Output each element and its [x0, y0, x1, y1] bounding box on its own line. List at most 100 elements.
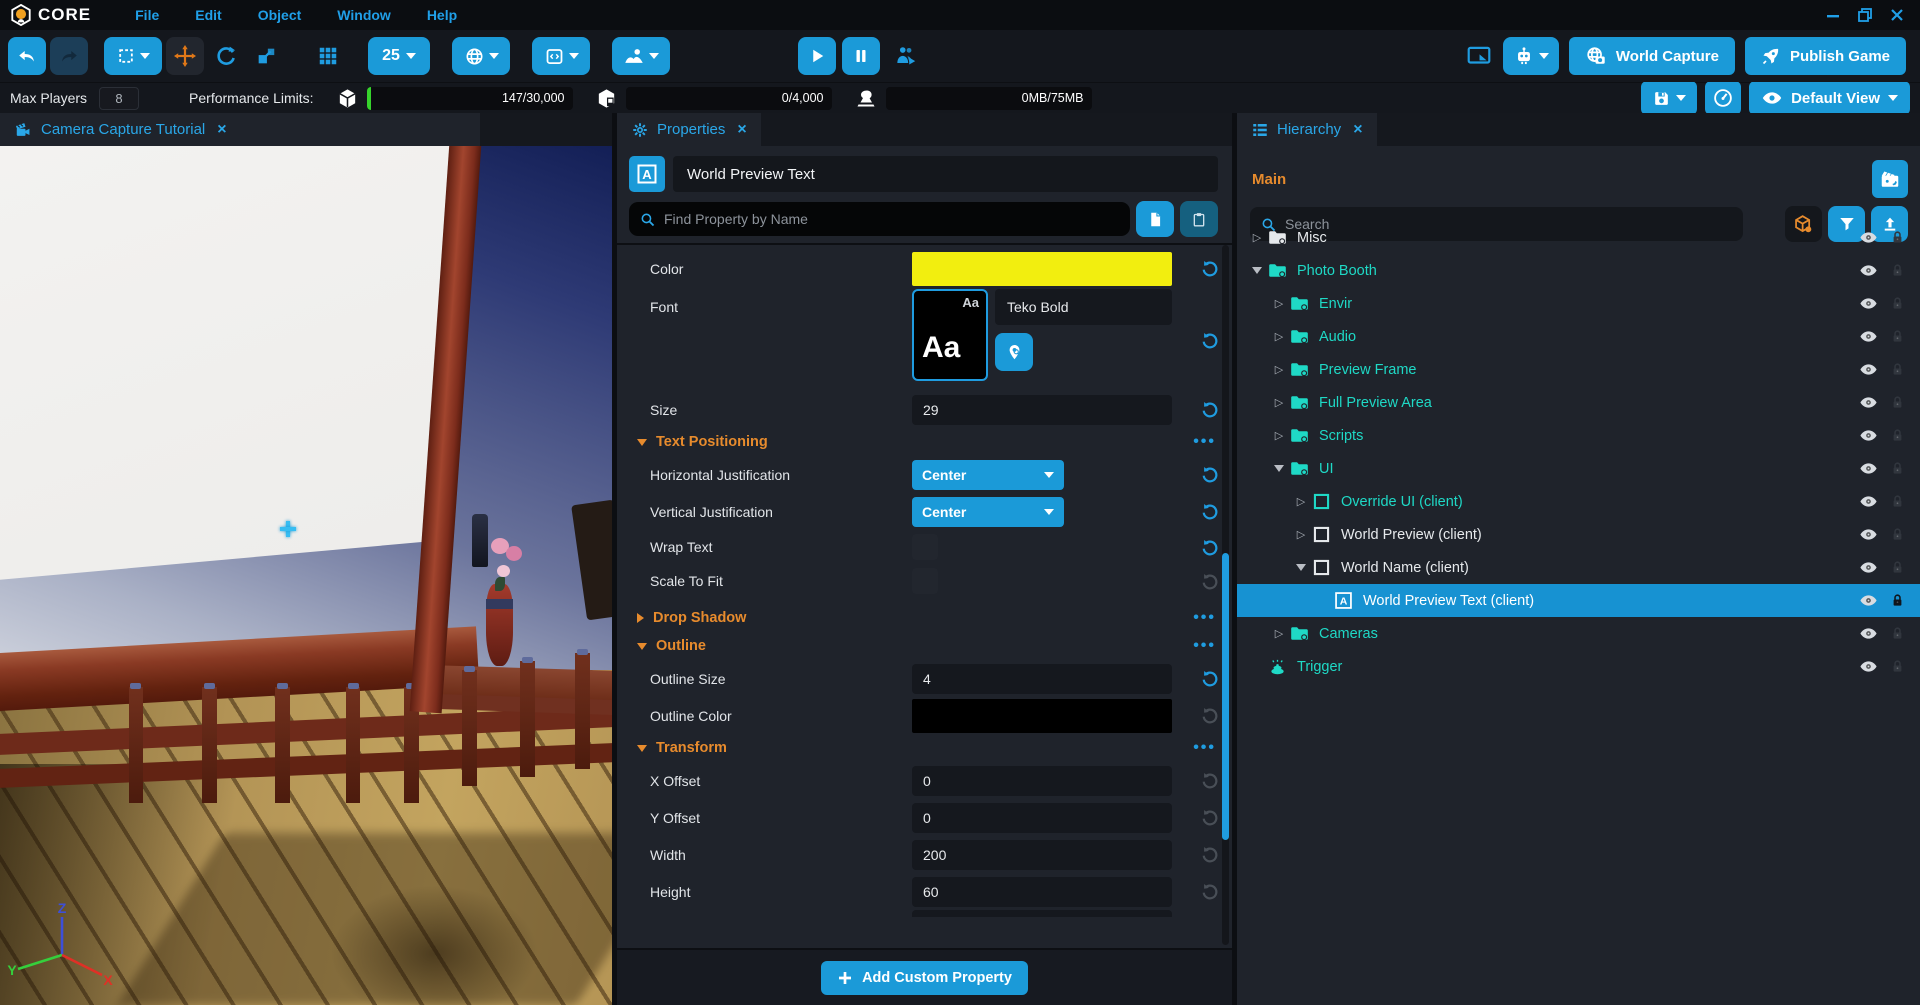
visibility-eye-icon[interactable] [1859, 426, 1878, 445]
performance-gauge-button[interactable] [1705, 81, 1741, 115]
y-offset-field[interactable] [912, 803, 1172, 833]
font-preview-swatch[interactable]: Aa Aa [912, 289, 988, 381]
font-name-field[interactable]: Teko Bold [995, 289, 1172, 325]
size-field[interactable] [912, 395, 1172, 425]
undo-button[interactable] [8, 37, 46, 75]
find-font-asset-button[interactable] [995, 333, 1033, 371]
tree-expand-arrow[interactable]: ▷ [1269, 429, 1289, 442]
property-search[interactable] [629, 202, 1130, 236]
visibility-eye-icon[interactable] [1859, 525, 1878, 544]
redo-button[interactable] [50, 37, 88, 75]
properties-tab-close[interactable]: × [737, 121, 746, 139]
tree-row-override-ui-client[interactable]: ▷Override UI (client) [1237, 485, 1920, 518]
selection-mode-dropdown[interactable] [104, 37, 162, 75]
wrap-text-reset-button[interactable] [1196, 538, 1222, 557]
publish-game-button[interactable]: Publish Game [1745, 37, 1906, 75]
lock-icon[interactable] [1889, 625, 1906, 642]
bot-tools-dropdown[interactable] [1503, 37, 1559, 75]
3d-viewport[interactable]: Z Y X [0, 146, 612, 1005]
outline-color-swatch[interactable] [912, 699, 1172, 733]
y-offset-reset-button[interactable] [1196, 808, 1222, 827]
section-text-positioning[interactable]: Text Positioning ••• [617, 428, 1232, 456]
grid-size-dropdown[interactable]: 25 [368, 37, 430, 75]
section-menu-icon[interactable]: ••• [1193, 609, 1216, 627]
properties-scrollbar[interactable] [1222, 245, 1229, 945]
tab-camera-capture-tutorial[interactable]: Camera Capture Tutorial × [0, 113, 480, 146]
tree-expand-arrow[interactable]: ▷ [1269, 297, 1289, 310]
height-reset-button[interactable] [1196, 882, 1222, 901]
tree-row-world-name-client[interactable]: World Name (client) [1237, 551, 1920, 584]
lock-icon[interactable] [1889, 658, 1906, 675]
visibility-eye-icon[interactable] [1859, 327, 1878, 346]
vj-dropdown[interactable]: Center [912, 497, 1064, 527]
outline-size-field[interactable] [912, 664, 1172, 694]
menu-file[interactable]: File [117, 7, 177, 23]
visibility-eye-icon[interactable] [1859, 261, 1878, 280]
object-name-field[interactable] [673, 156, 1218, 192]
size-reset-button[interactable] [1196, 400, 1222, 419]
hj-dropdown[interactable]: Center [912, 460, 1064, 490]
x-offset-reset-button[interactable] [1196, 771, 1222, 790]
tree-row-audio[interactable]: ▷Audio [1237, 320, 1920, 353]
visibility-eye-icon[interactable] [1859, 558, 1878, 577]
scale-to-fit-checkbox[interactable] [912, 568, 938, 594]
visibility-eye-icon[interactable] [1859, 459, 1878, 478]
visibility-eye-icon[interactable] [1859, 492, 1878, 511]
tree-row-ui[interactable]: UI [1237, 452, 1920, 485]
save-dropdown[interactable] [1641, 81, 1697, 115]
section-menu-icon[interactable]: ••• [1193, 433, 1216, 451]
tree-expand-arrow[interactable]: ▷ [1269, 363, 1289, 376]
scrollbar-thumb[interactable] [1222, 553, 1229, 840]
tree-row-misc[interactable]: ▷Misc [1237, 221, 1920, 254]
tab-hierarchy[interactable]: Hierarchy × [1237, 113, 1377, 146]
hierarchy-tree[interactable]: ▷MiscPhoto Booth▷Envir▷Audio▷Preview Fra… [1237, 221, 1920, 1005]
section-outline[interactable]: Outline ••• [617, 632, 1232, 660]
world-capture-button[interactable]: World Capture [1569, 37, 1735, 75]
add-custom-property-button[interactable]: Add Custom Property [821, 961, 1028, 995]
lock-icon[interactable] [1889, 328, 1906, 345]
lock-icon[interactable] [1889, 229, 1906, 246]
lock-icon[interactable] [1889, 361, 1906, 378]
menu-edit[interactable]: Edit [177, 7, 239, 23]
pause-button[interactable] [842, 37, 880, 75]
menu-window[interactable]: Window [319, 7, 409, 23]
copy-properties-button[interactable] [1136, 201, 1174, 237]
paste-properties-button[interactable] [1180, 201, 1218, 237]
lock-icon[interactable] [1889, 295, 1906, 312]
rotate-tool-button[interactable] [208, 37, 244, 75]
tree-expand-arrow[interactable]: ▷ [1291, 528, 1311, 541]
visibility-eye-icon[interactable] [1859, 591, 1878, 610]
font-reset-button[interactable] [1196, 331, 1222, 350]
tree-expand-arrow[interactable]: ▷ [1291, 495, 1311, 508]
width-field[interactable] [912, 840, 1172, 870]
terrain-dropdown[interactable] [612, 37, 670, 75]
visibility-eye-icon[interactable] [1859, 657, 1878, 676]
height-field[interactable] [912, 877, 1172, 907]
play-button[interactable] [798, 37, 836, 75]
property-search-input[interactable] [664, 211, 1120, 227]
section-transform[interactable]: Transform ••• [617, 734, 1232, 762]
lock-icon[interactable] [1889, 526, 1906, 543]
color-swatch[interactable] [912, 252, 1172, 286]
tree-row-preview-frame[interactable]: ▷Preview Frame [1237, 353, 1920, 386]
x-offset-field[interactable] [912, 766, 1172, 796]
tree-expand-arrow[interactable] [1291, 564, 1311, 571]
wrap-text-checkbox[interactable] [912, 534, 938, 560]
visibility-eye-icon[interactable] [1859, 393, 1878, 412]
tree-expand-arrow[interactable]: ▷ [1269, 396, 1289, 409]
tab-properties[interactable]: Properties × [617, 113, 761, 146]
tree-row-envir[interactable]: ▷Envir [1237, 287, 1920, 320]
tree-expand-arrow[interactable]: ▷ [1269, 330, 1289, 343]
tree-row-full-preview-area[interactable]: ▷Full Preview Area [1237, 386, 1920, 419]
hierarchy-tab-close[interactable]: × [1353, 121, 1362, 139]
grid-snap-button[interactable] [310, 37, 346, 75]
minimize-icon[interactable] [1826, 8, 1840, 22]
capture-scene-button[interactable] [1872, 160, 1908, 198]
menu-object[interactable]: Object [240, 7, 320, 23]
max-players-field[interactable]: 8 [99, 87, 139, 110]
outline-color-reset-button[interactable] [1196, 706, 1222, 725]
properties-scroll-area[interactable]: Color Font Aa Aa Teko Bold [617, 243, 1232, 948]
tree-row-cameras[interactable]: ▷Cameras [1237, 617, 1920, 650]
tree-expand-arrow[interactable]: ▷ [1269, 627, 1289, 640]
close-icon[interactable] [1890, 8, 1904, 22]
